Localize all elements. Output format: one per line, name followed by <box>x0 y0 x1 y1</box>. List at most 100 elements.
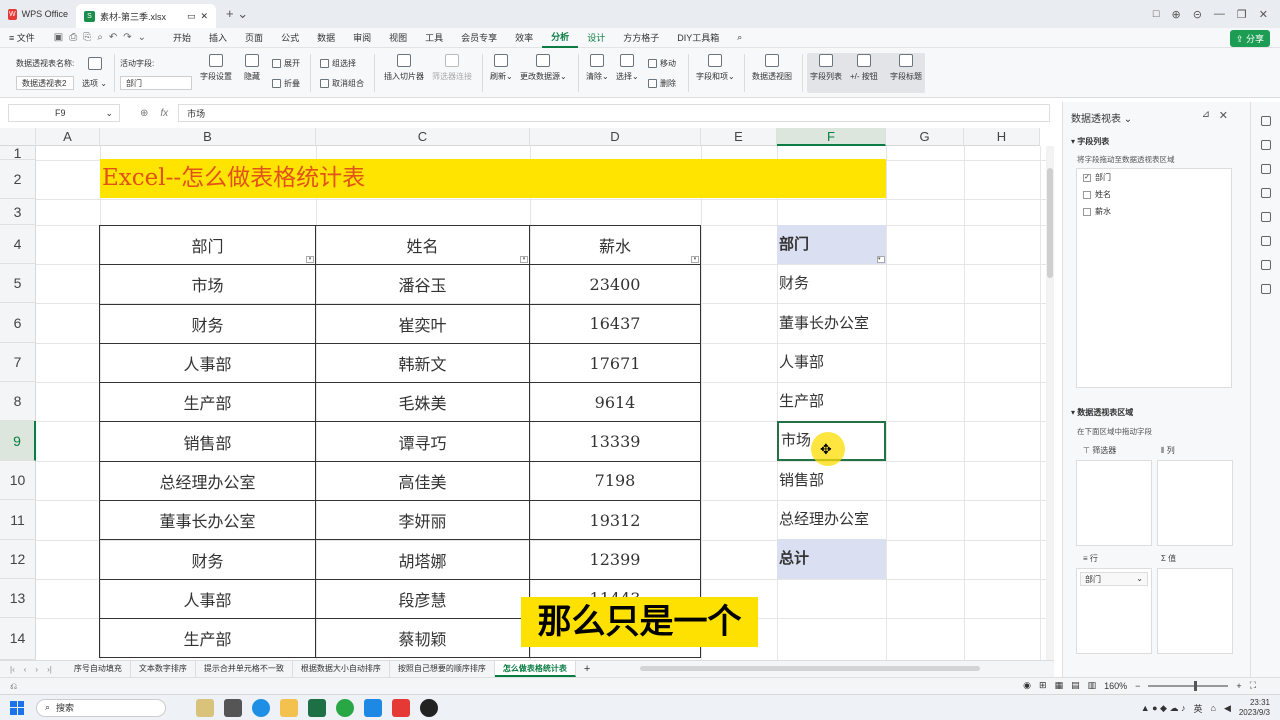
row-header-selected[interactable]: 9 <box>0 421 36 461</box>
menu-item[interactable]: 开始 <box>164 31 200 44</box>
menu-item[interactable]: 设计 <box>578 31 614 44</box>
menu-item[interactable]: 公式 <box>272 31 308 44</box>
filter-dropdown-icon[interactable]: ▾ <box>520 256 528 264</box>
row-header[interactable]: 14 <box>0 618 36 660</box>
table-cell[interactable]: 16437 <box>529 303 701 344</box>
tab-wps-office[interactable]: W WPS Office <box>0 0 76 28</box>
browser-icon[interactable] <box>336 698 354 717</box>
table-cell[interactable]: 市场 <box>99 264 316 305</box>
collapse-button[interactable]: 折叠 <box>272 78 300 89</box>
row-header[interactable]: 12 <box>0 540 36 579</box>
plus-minus-toggle[interactable]: +/- 按钮 <box>850 54 878 82</box>
select-tool-icon[interactable] <box>1260 116 1271 126</box>
windows-start-icon[interactable] <box>10 700 24 715</box>
table-header-cell[interactable]: 姓名 ▾ <box>315 224 530 266</box>
vertical-scrollbar[interactable] <box>1046 146 1054 660</box>
restore-button[interactable]: ❐ <box>1237 8 1247 21</box>
window-ctl-3[interactable]: ⊝ <box>1193 8 1202 21</box>
menu-item-analyze[interactable]: 分析 <box>542 28 579 48</box>
zoom-in-icon[interactable]: + <box>1236 681 1241 691</box>
field-list-toggle[interactable]: 字段列表 <box>810 54 842 82</box>
pivot-row-item[interactable]: 总经理办公室 <box>777 500 886 539</box>
redo-icon[interactable]: ↷ <box>123 32 131 43</box>
task-view-icon[interactable] <box>224 698 242 717</box>
value-zone[interactable] <box>1157 568 1233 654</box>
field-item[interactable]: ✓ 部门 <box>1077 169 1231 186</box>
pivot-row-item[interactable]: 销售部 <box>777 461 886 500</box>
table-cell[interactable]: 13339 <box>529 421 701 462</box>
menu-item[interactable]: DIY工具箱 <box>668 31 728 44</box>
add-sheet-icon[interactable]: + <box>576 663 598 675</box>
name-box[interactable]: F9 ⌄ <box>8 104 120 122</box>
move-button[interactable]: 移动 <box>648 58 676 69</box>
table-cell[interactable]: 9614 <box>529 382 701 423</box>
more-icon[interactable]: ⌄ <box>138 32 146 43</box>
options-button[interactable]: 选项 ⌄ <box>82 78 107 89</box>
menu-item[interactable]: 视图 <box>380 31 416 44</box>
filter-zone[interactable] <box>1076 460 1152 546</box>
page-view-icon[interactable]: ▤ <box>1071 680 1080 691</box>
table-cell[interactable]: 董事长办公室 <box>99 500 316 541</box>
tray-icons[interactable]: ▲ ● ◆ ☁ ♪ <box>1141 703 1186 714</box>
widget-icon[interactable] <box>196 698 214 717</box>
checkbox[interactable] <box>1083 207 1091 216</box>
help-icon[interactable] <box>1260 284 1271 294</box>
print-icon[interactable]: ⎘ <box>83 32 91 43</box>
column-header[interactable]: G <box>886 128 964 146</box>
prev-sheet-icon[interactable]: ‹ <box>24 665 27 674</box>
view-mode-icon[interactable]: ⊞ <box>1039 680 1047 691</box>
column-header[interactable]: A <box>36 128 100 146</box>
excel-icon[interactable] <box>308 698 326 717</box>
table-cell[interactable]: 12399 <box>529 539 701 580</box>
scroll-thumb[interactable] <box>1047 168 1053 278</box>
minimize-button[interactable]: — <box>1214 8 1225 20</box>
reading-view-icon[interactable]: ▥ <box>1088 680 1097 691</box>
pivot-header-cell[interactable]: 部门 ▾ <box>777 225 886 265</box>
table-cell[interactable]: 谭寻巧 <box>315 421 530 462</box>
row-zone[interactable]: 部门 ⌄ <box>1076 568 1152 654</box>
pin-icon[interactable]: ⊿ <box>1202 109 1210 120</box>
field-item[interactable]: 薪水 <box>1077 203 1231 220</box>
table-cell[interactable]: 17671 <box>529 342 701 384</box>
ungroup-button[interactable]: 取消组合 <box>320 78 364 89</box>
checkbox[interactable] <box>1083 190 1091 199</box>
zoom-out-icon[interactable]: − <box>1135 681 1140 691</box>
table-cell[interactable]: 23400 <box>529 264 701 305</box>
zoom-level[interactable]: 160% <box>1104 681 1127 691</box>
sheet-tab[interactable]: 序号自动填充 <box>66 661 131 677</box>
fx-icon[interactable]: fx <box>160 108 168 119</box>
pivot-total-cell[interactable]: 总计 <box>777 539 886 579</box>
backup-tool-icon[interactable] <box>1260 236 1271 246</box>
pivot-name-input[interactable]: 数据透视表2 <box>16 76 74 90</box>
preview-icon[interactable]: ⌕ <box>97 32 103 43</box>
zoom-formula-icon[interactable]: ⊕ <box>140 108 148 119</box>
column-header[interactable]: D <box>530 128 701 146</box>
column-header[interactable]: B <box>100 128 316 146</box>
volume-icon[interactable]: ◀ <box>1224 703 1231 714</box>
undo-icon[interactable]: ↶ <box>109 32 117 43</box>
spreadsheet-grid[interactable]: A B C D E F G H 1 2 3 4 5 6 7 8 9 10 11 … <box>0 128 1054 660</box>
hide-button[interactable]: 隐藏 <box>244 54 260 82</box>
pivot-area-section[interactable]: ▾ 数据透视表区域 <box>1071 407 1133 418</box>
table-cell[interactable]: 人事部 <box>99 342 316 384</box>
field-settings-button[interactable]: 字段设置 <box>200 54 232 82</box>
sheet-tab[interactable]: 文本数字排序 <box>131 661 196 677</box>
eye-icon[interactable]: ◉ <box>1023 680 1031 691</box>
property-tool-icon[interactable] <box>1260 188 1271 198</box>
ime-indicator[interactable]: 英 <box>1193 702 1202 715</box>
explorer-icon[interactable] <box>280 698 298 717</box>
pivot-row-item[interactable]: 人事部 <box>777 343 886 382</box>
macro-icon[interactable]: ⎌ <box>0 681 17 692</box>
table-cell[interactable]: 潘谷玉 <box>315 264 530 305</box>
pivot-chart-button[interactable]: 数据透视图 <box>752 54 792 82</box>
table-cell[interactable]: 蔡韧颖 <box>315 617 530 659</box>
field-list-section[interactable]: ▾ 字段列表 <box>1071 136 1109 147</box>
table-cell[interactable]: 李妍丽 <box>315 500 530 541</box>
pivot-row-item[interactable]: 财务 <box>777 264 886 303</box>
table-cell[interactable]: 财务 <box>99 539 316 580</box>
field-headers-toggle[interactable]: 字段标题 <box>890 54 922 82</box>
filter-dropdown-icon[interactable]: ▾ <box>306 256 314 264</box>
share-tool-icon[interactable] <box>1260 260 1271 270</box>
formula-input[interactable]: 市场 <box>178 104 1050 122</box>
menu-item[interactable]: 页面 <box>236 31 272 44</box>
